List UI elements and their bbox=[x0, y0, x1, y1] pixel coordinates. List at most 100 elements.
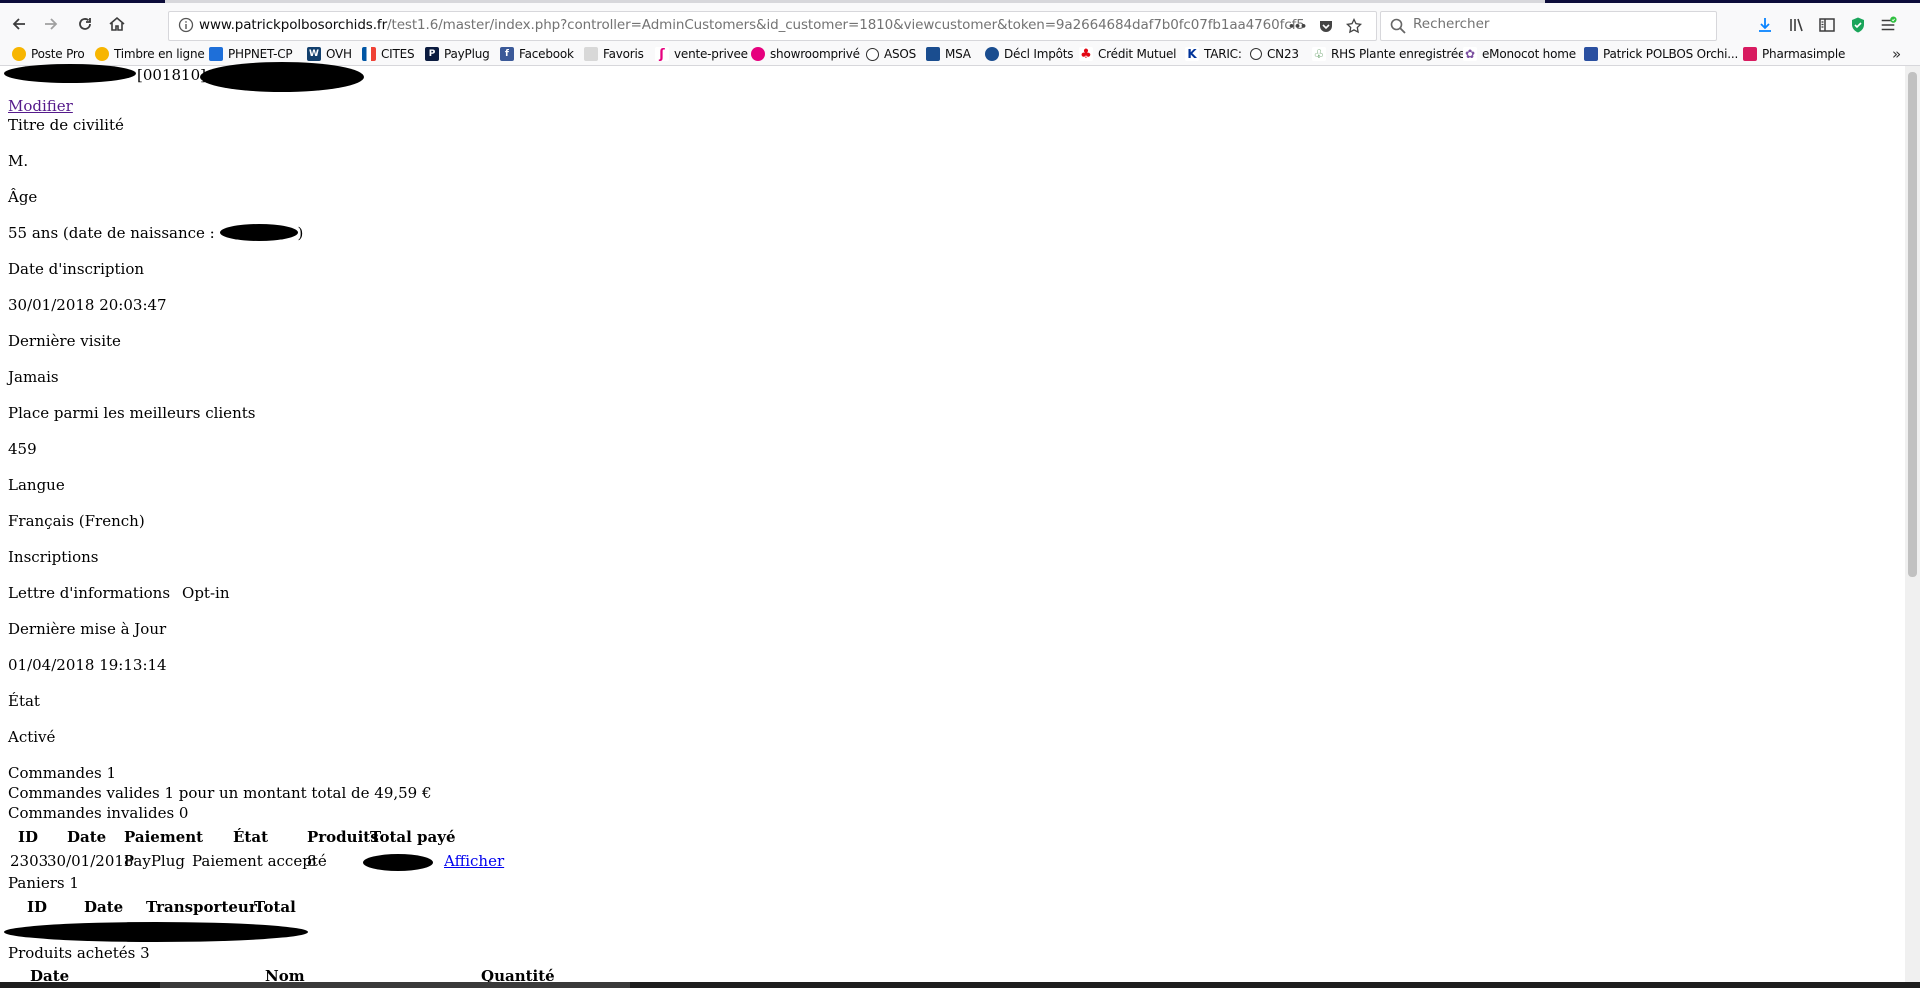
cn23-favicon-icon bbox=[1250, 48, 1262, 60]
field-value-last-visit: Jamais bbox=[8, 368, 59, 386]
bookmark-label: Favoris bbox=[603, 47, 644, 61]
orders-col-products: Produits bbox=[307, 828, 379, 846]
bookmark-rhs[interactable]: ♧ RHS Plante enregistrée bbox=[1312, 46, 1465, 62]
polbos-favicon-icon bbox=[1584, 47, 1598, 61]
shield-extension-icon[interactable] bbox=[1848, 15, 1868, 35]
bookmark-cites[interactable]: CITES bbox=[362, 46, 415, 62]
asos-favicon-icon bbox=[866, 47, 879, 61]
bookmark-label: vente-privee bbox=[674, 47, 748, 61]
field-label-last-visit: Dernière visite bbox=[8, 332, 121, 350]
impots-favicon-icon bbox=[985, 47, 999, 61]
bookmark-vente-privee[interactable]: ʃ vente-privee bbox=[655, 46, 748, 62]
orders-heading: Commandes 1 bbox=[8, 764, 117, 782]
site-info-icon[interactable] bbox=[178, 17, 194, 33]
library-icon[interactable] bbox=[1787, 15, 1807, 35]
newsletter-label: Lettre d'informations bbox=[8, 584, 171, 602]
rhs-favicon-icon: ♧ bbox=[1312, 47, 1326, 61]
downloads-icon[interactable] bbox=[1755, 15, 1775, 35]
bookmark-label: Timbre en ligne bbox=[114, 47, 205, 61]
bookmark-poste-pro[interactable]: Poste Pro bbox=[12, 46, 85, 62]
bookmark-label: OVH bbox=[326, 47, 352, 61]
field-label-title: Titre de civilité bbox=[8, 116, 124, 134]
bookmark-decl-impots[interactable]: Décl Impôts bbox=[985, 46, 1074, 62]
bookmark-showroomprive[interactable]: showroomprivé bbox=[751, 46, 860, 62]
ovh-favicon-icon: W bbox=[307, 47, 321, 61]
bookmark-asos[interactable]: ASOS bbox=[866, 46, 916, 62]
reload-button[interactable] bbox=[72, 11, 98, 37]
home-button[interactable] bbox=[104, 11, 130, 37]
edit-customer-link[interactable]: Modifier bbox=[8, 97, 73, 115]
bookmark-cn23[interactable]: CN23 bbox=[1250, 46, 1299, 62]
bookmark-msa[interactable]: MSA bbox=[926, 46, 971, 62]
search-icon bbox=[1390, 18, 1406, 34]
url-path: /test1.6/master/index.php?controller=Adm… bbox=[387, 17, 1305, 33]
url-host: www.patrickpolbosorchids.fr bbox=[199, 17, 388, 33]
scrollbar-thumb[interactable] bbox=[1908, 72, 1917, 577]
bookmark-star-icon[interactable] bbox=[1344, 16, 1364, 36]
bookmark-label: Pharmasimple bbox=[1762, 47, 1846, 61]
bookmark-timbre-en-ligne[interactable]: Timbre en ligne bbox=[95, 46, 205, 62]
bookmark-label: Décl Impôts bbox=[1004, 47, 1074, 61]
bookmark-label: showroomprivé bbox=[770, 47, 860, 61]
bookmark-payplug[interactable]: P PayPlug bbox=[425, 46, 490, 62]
order-id: 2303 bbox=[10, 852, 49, 870]
orders-col-id: ID bbox=[18, 828, 39, 846]
bookmark-pharmasimple[interactable]: Pharmasimple bbox=[1743, 46, 1845, 62]
pocket-icon[interactable] bbox=[1316, 16, 1336, 36]
bookmark-credit-mutuel[interactable]: ♣ Crédit Mutuel bbox=[1079, 46, 1176, 62]
bookmarks-overflow-chevron-icon[interactable]: » bbox=[1892, 45, 1901, 63]
bookmark-label: PayPlug bbox=[444, 47, 490, 61]
age-text: 55 ans (date de naissance : bbox=[8, 224, 220, 242]
order-date: 30/01/2018 bbox=[47, 852, 134, 870]
carts-heading: Paniers 1 bbox=[8, 874, 79, 892]
field-label-age: Âge bbox=[8, 188, 38, 206]
bookmark-label: Facebook bbox=[519, 47, 574, 61]
back-button[interactable] bbox=[6, 11, 32, 37]
menu-icon[interactable] bbox=[1878, 15, 1898, 35]
field-label-last-update: Dernière mise à Jour bbox=[8, 620, 167, 638]
bookmark-phpnet-cp[interactable]: PHPNET-CP bbox=[209, 46, 293, 62]
bookmark-emonocot[interactable]: ✿ eMonocot home bbox=[1463, 46, 1576, 62]
forward-arrow-icon bbox=[45, 18, 58, 30]
search-input[interactable] bbox=[1411, 15, 1705, 33]
folder-icon bbox=[584, 47, 598, 61]
redacted-customer-email bbox=[200, 62, 364, 92]
orders-col-state: État bbox=[233, 828, 269, 846]
bookmark-label: CITES bbox=[381, 47, 415, 61]
field-label-status: État bbox=[8, 692, 40, 710]
field-value-title: M. bbox=[8, 152, 29, 170]
taric-favicon-icon: K bbox=[1185, 47, 1199, 61]
bookmark-taric[interactable]: K TARIC: bbox=[1185, 46, 1242, 62]
bookmark-label: Crédit Mutuel bbox=[1098, 47, 1177, 61]
field-value-last-update: 01/04/2018 19:13:14 bbox=[8, 656, 167, 674]
showroomprive-favicon-icon bbox=[751, 47, 765, 61]
bookmark-label: eMonocot home bbox=[1482, 47, 1576, 61]
forward-button[interactable] bbox=[38, 11, 64, 37]
vente-privee-favicon-icon: ʃ bbox=[655, 47, 669, 62]
url-bar[interactable]: www.patrickpolbosorchids.fr/test1.6/mast… bbox=[168, 11, 1377, 41]
bookmark-label: CN23 bbox=[1267, 47, 1299, 61]
orders-col-payment: Paiement bbox=[124, 828, 204, 846]
emonocot-favicon-icon: ✿ bbox=[1463, 47, 1477, 61]
field-value-age: 55 ans (date de naissance : ) bbox=[8, 224, 303, 242]
carts-col-id: ID bbox=[27, 898, 48, 916]
redacted-cart-row bbox=[4, 922, 308, 942]
redacted-order-total bbox=[363, 854, 433, 871]
url-text: www.patrickpolbosorchids.fr/test1.6/mast… bbox=[199, 17, 1305, 33]
field-label-rank: Place parmi les meilleurs clients bbox=[8, 404, 256, 422]
bookmark-favoris[interactable]: Favoris bbox=[584, 46, 644, 62]
page-scrollbar[interactable] bbox=[1905, 66, 1920, 982]
navigation-toolbar: www.patrickpolbosorchids.fr/test1.6/mast… bbox=[0, 3, 1920, 43]
phpnet-favicon-icon bbox=[209, 47, 223, 61]
newsletter-value: Opt-in bbox=[182, 584, 230, 602]
sidebar-icon[interactable] bbox=[1817, 15, 1837, 35]
bookmark-facebook[interactable]: f Facebook bbox=[500, 46, 574, 62]
search-bar[interactable] bbox=[1380, 11, 1717, 41]
bookmark-patrick-polbos[interactable]: Patrick POLBOS Orchi... bbox=[1584, 46, 1738, 62]
page-actions-menu-icon[interactable]: ••• bbox=[1287, 16, 1307, 36]
bookmark-ovh[interactable]: W OVH bbox=[307, 46, 352, 62]
products-heading: Produits achetés 3 bbox=[8, 944, 150, 962]
orders-invalid-summary: Commandes invalides 0 bbox=[8, 804, 189, 822]
taskbar-edge bbox=[0, 982, 1920, 988]
order-view-link[interactable]: Afficher bbox=[444, 852, 504, 870]
